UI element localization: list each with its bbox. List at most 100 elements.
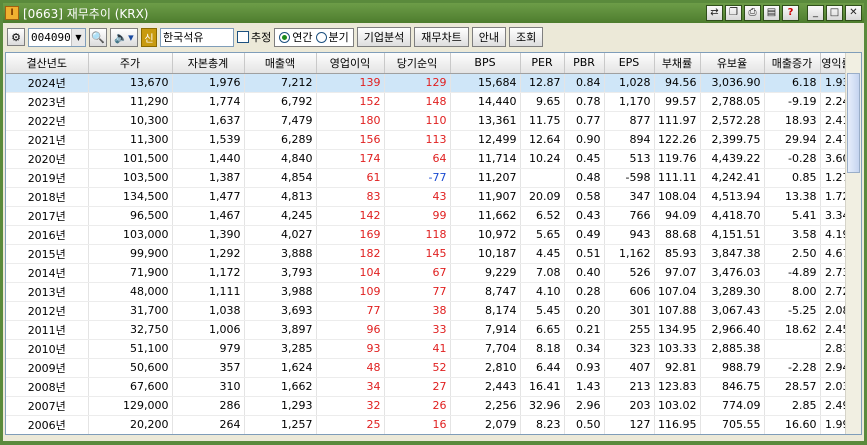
chevron-down-icon[interactable]: ▼	[71, 28, 85, 46]
guide-button[interactable]: 안내	[471, 27, 506, 47]
scrollbar-thumb[interactable]	[847, 73, 860, 173]
table-cell: 0.28	[564, 282, 605, 302]
table-cell: 1,539	[172, 130, 245, 150]
table-cell: 1,006	[172, 320, 245, 340]
column-header[interactable]: 매출증가	[764, 53, 821, 74]
table-cell: 109	[316, 282, 385, 302]
link-icon[interactable]: ⇄	[706, 5, 723, 21]
table-cell: 766	[604, 206, 655, 226]
table-cell: 1,162	[604, 244, 655, 264]
table-cell: 2,572.28	[700, 111, 765, 131]
table-cell: 3,289.30	[700, 282, 765, 302]
table-cell: 4.45	[520, 244, 565, 264]
financial-grid[interactable]: 결산년도 주가 자본총계 매출액 영업이익 당기순익 BPS PER PBR EPS 부채률 유보율 매…	[5, 52, 862, 435]
print-icon[interactable]: ⎙	[744, 5, 761, 21]
table-cell: 2,443	[450, 377, 521, 397]
column-header[interactable]: 주가	[88, 53, 173, 74]
table-row[interactable]: 2024년 13,670 1,976 7,212 139 129 15,684 12.87 0.…	[6, 73, 854, 93]
table-cell: 4,439.22	[700, 149, 765, 169]
table-cell: 51,100	[88, 339, 173, 359]
column-header[interactable]: 당기순익	[384, 53, 451, 74]
table-cell: 4,854	[244, 168, 317, 188]
table-cell: 3,693	[244, 301, 317, 321]
table-cell: 9,229	[450, 263, 521, 283]
table-row[interactable]: 2022년 10,300 1,637 7,479 180 110 13,361 11.75 0.…	[6, 111, 854, 131]
column-header[interactable]: 자본총계	[172, 53, 245, 74]
query-button[interactable]: 조회	[508, 27, 544, 47]
search-icon[interactable]: 🔍	[89, 27, 107, 47]
column-header[interactable]: PBR	[564, 53, 605, 74]
table-cell: 203	[604, 396, 655, 416]
quarter-label: 분기	[328, 31, 349, 44]
help-icon[interactable]: ?	[782, 5, 799, 21]
table-row[interactable]: 2021년 11,300 1,539 6,289 156 113 12,499 12.64 0.…	[6, 130, 854, 150]
table-row[interactable]: 2016년 103,000 1,390 4,027 169 118 10,972 5.65 0.…	[6, 225, 854, 245]
table-cell: 0.84	[564, 73, 605, 93]
stock-code-combo[interactable]: ▼	[28, 27, 86, 47]
checkbox-box[interactable]	[237, 31, 249, 43]
table-cell: 99	[384, 206, 451, 226]
title-bar[interactable]: I [0663] 재무추이 (KRX) ⇄ ❐ ⎙ ▤ ? _ □ ✕	[3, 3, 864, 23]
table-cell: 43	[384, 187, 451, 207]
table-cell: 129	[384, 73, 451, 93]
export-icon[interactable]: ▤	[763, 5, 780, 21]
speaker-icon[interactable]: 🔈▾	[110, 27, 138, 47]
table-cell: 1,111	[172, 282, 245, 302]
table-cell: 48,000	[88, 282, 173, 302]
settings-icon[interactable]: ⚙	[7, 28, 25, 46]
table-cell: 846.75	[700, 377, 765, 397]
table-row[interactable]: 2013년 48,000 1,111 3,988 109 77 8,747 4.10 0.28 6…	[6, 282, 854, 302]
column-header[interactable]: 유보율	[700, 53, 765, 74]
table-row[interactable]: 2006년 20,200 264 1,257 25 16 2,079 8.23 0.50 127 1…	[6, 415, 854, 434]
table-cell: 0.58	[564, 187, 605, 207]
estimate-checkbox[interactable]: 추정	[237, 29, 271, 45]
table-cell	[764, 339, 821, 359]
table-cell: 182	[316, 244, 385, 264]
table-row[interactable]: 2019년 103,500 1,387 4,854 61 -77 11,207 0.48 -59…	[6, 168, 854, 188]
table-row[interactable]: 2015년 99,900 1,292 3,888 182 145 10,187 4.45 0.5…	[6, 244, 854, 264]
table-cell: 1,774	[172, 92, 245, 112]
column-header[interactable]: 결산년도	[6, 53, 89, 74]
table-cell: 894	[604, 130, 655, 150]
column-header[interactable]: 영업이익	[316, 53, 385, 74]
table-cell: 5.45	[520, 301, 565, 321]
stock-code-input[interactable]	[29, 28, 71, 46]
minimize-icon[interactable]: _	[807, 5, 824, 21]
quarter-radio[interactable]: 분기	[315, 29, 349, 45]
table-cell: 1,387	[172, 168, 245, 188]
table-cell: 4,151.51	[700, 225, 765, 245]
company-analysis-button[interactable]: 기업분석	[356, 27, 412, 47]
table-row[interactable]: 2018년 134,500 1,477 4,813 83 43 11,907 20.09 0.5…	[6, 187, 854, 207]
table-row[interactable]: 2008년 67,600 310 1,662 34 27 2,443 16.41 1.43 213…	[6, 377, 854, 397]
table-row[interactable]: 2011년 32,750 1,006 3,897 96 33 7,914 6.65 0.21 25…	[6, 320, 854, 340]
radio-unselected-icon[interactable]	[315, 31, 327, 43]
close-icon[interactable]: ✕	[845, 5, 862, 21]
maximize-icon[interactable]: □	[826, 5, 843, 21]
table-cell: 3,847.38	[700, 244, 765, 264]
company-name-field[interactable]: 한국석유	[160, 27, 234, 47]
column-header[interactable]: BPS	[450, 53, 521, 74]
table-row[interactable]: 2007년 129,000 286 1,293 32 26 2,256 32.96 2.96 20…	[6, 396, 854, 416]
financial-chart-button[interactable]: 재무차트	[414, 27, 469, 47]
table-row[interactable]: 2014년 71,900 1,172 3,793 104 67 9,229 7.08 0.40 5…	[6, 263, 854, 283]
column-header[interactable]: EPS	[604, 53, 655, 74]
new-listing-badge: 신	[141, 27, 157, 47]
column-header[interactable]: PER	[520, 53, 565, 74]
vertical-scrollbar[interactable]	[845, 53, 861, 434]
annual-radio[interactable]: 연간	[279, 29, 313, 45]
table-row[interactable]: 2017년 96,500 1,467 4,245 142 99 11,662 6.52 0.43…	[6, 206, 854, 226]
table-row[interactable]: 2023년 11,290 1,774 6,792 152 148 14,440 9.65 0.7…	[6, 92, 854, 112]
table-row[interactable]: 2020년 101,500 1,440 4,840 174 64 11,714 10.24 0.…	[6, 149, 854, 169]
table-row[interactable]: 2012년 31,700 1,038 3,693 77 38 8,174 5.45 0.20 30…	[6, 301, 854, 321]
table-cell: 103,500	[88, 168, 173, 188]
table-cell: 301	[604, 301, 655, 321]
table-cell: 2.85	[764, 396, 821, 416]
title-tools: ⇄ ❐ ⎙ ▤ ? _ □ ✕	[706, 5, 862, 21]
column-header[interactable]: 매출액	[244, 53, 317, 74]
column-header[interactable]: 부채률	[654, 53, 701, 74]
copy-icon[interactable]: ❐	[725, 5, 742, 21]
table-row[interactable]: 2009년 50,600 357 1,624 48 52 2,810 6.44 0.93 407 9…	[6, 358, 854, 378]
radio-selected-icon[interactable]	[279, 31, 291, 43]
table-cell: 1,440	[172, 149, 245, 169]
table-row[interactable]: 2010년 51,100 979 3,285 93 41 7,704 8.18 0.34 323 1…	[6, 339, 854, 359]
